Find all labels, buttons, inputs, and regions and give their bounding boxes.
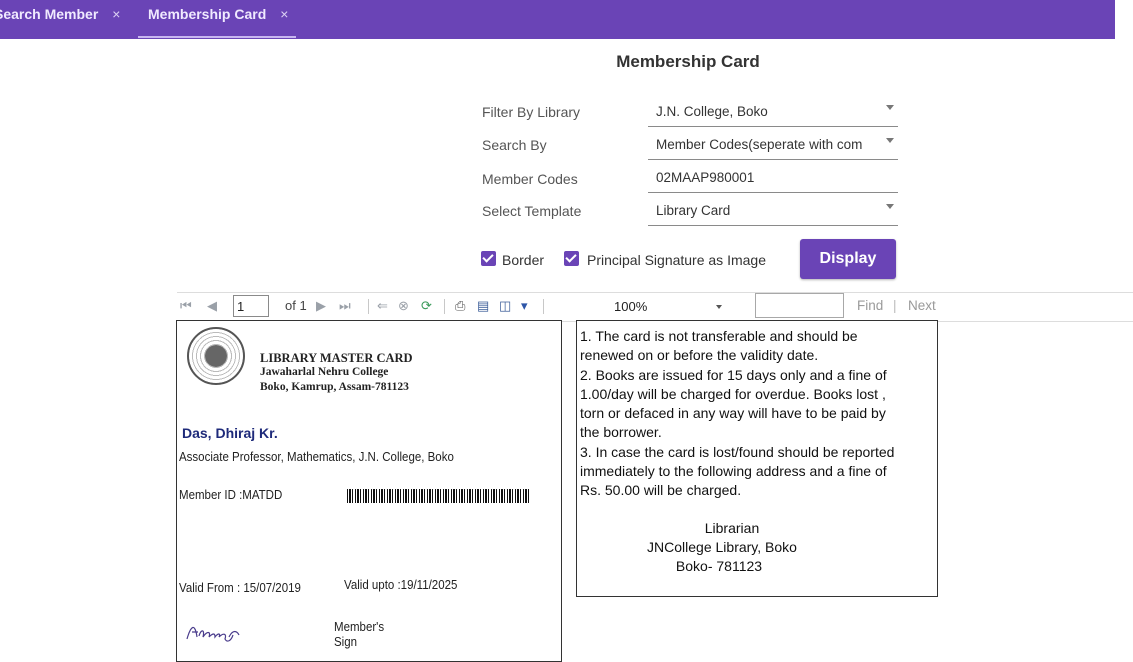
rule-line: 3. In case the card is lost/found should… [580,443,895,460]
rule-line: renewed on or before the validity date. [580,347,819,364]
next-page-icon[interactable]: ▶ [316,297,326,315]
first-page-icon[interactable]: ⏮ [180,297,192,315]
chevron-down-icon [716,305,722,309]
card-back: 1. The card is not transferable and shou… [576,320,938,597]
college-seal-icon [187,327,245,385]
stop-icon[interactable]: ⊗ [398,297,409,315]
member-codes-value: 02MAAP980001 [656,170,755,185]
rule-line: 1.00/day will be charged for overdue. Bo… [580,385,886,402]
page-number-input[interactable] [233,295,269,317]
filter-library-label: Filter By Library [482,104,581,120]
tab-search-member[interactable]: Search Member × [0,0,134,38]
separator [368,299,369,314]
print-layout-icon[interactable]: ▤ [477,297,489,315]
print-icon[interactable]: ⎙ [455,297,465,315]
valid-from: Valid From : 15/07/2019 [179,581,301,595]
chevron-down-icon [886,105,894,110]
last-page-icon[interactable]: ⏭ [339,297,351,315]
border-checkbox-label: Border [502,252,545,268]
chevron-down-icon [886,204,894,209]
tab-label: Search Member [0,6,99,22]
select-template-select[interactable]: Library Card [648,196,898,226]
tab-bar: Search Member × Membership Card × [0,0,1115,39]
member-designation: Associate Professor, Mathematics, J.N. C… [179,450,454,464]
principal-signature [186,626,240,642]
close-icon[interactable]: × [112,6,120,22]
search-by-value: Member Codes(seperate with com [656,137,863,152]
report-toolbar: ⏮ ◀ of 1 ▶ ⏭ ⇐ ⊗ ⟳ ⎙ ▤ ◫ ▾ 100% Find | N… [177,292,1133,322]
export-icon[interactable]: ▾ [521,297,528,315]
rule-line: Rs. 50.00 will be charged. [580,482,742,499]
back-icon[interactable]: ⇐ [377,297,388,315]
separator: | [893,298,897,313]
rule-line: immediately to the following address and… [580,463,887,480]
college-name: Jawaharlal Nehru College [260,366,389,378]
card-heading: LIBRARY MASTER CARD [260,351,413,365]
librarian-title: Librarian [704,520,760,536]
member-codes-label: Member Codes [482,171,578,187]
college-address: Boko, Kamrup, Assam-781123 [260,381,409,393]
tab-label: Membership Card [148,6,267,22]
next-link[interactable]: Next [908,298,936,313]
rule-line: torn or defaced in any way will have to … [580,405,886,422]
card-rules: 1. The card is not transferable and shou… [580,327,936,501]
member-sign-line1: Member's [334,620,385,634]
rule-line: 1. The card is not transferable and shou… [580,328,858,344]
member-name: Das, Dhiraj Kr. [182,425,278,441]
select-template-value: Library Card [656,203,731,218]
card-front: LIBRARY MASTER CARD Jawaharlal Nehru Col… [176,320,562,662]
page-count: of 1 [285,298,307,313]
close-icon[interactable]: × [280,6,288,22]
chevron-down-icon [886,138,894,143]
tab-membership-card[interactable]: Membership Card × [138,0,296,38]
prev-page-icon[interactable]: ◀ [207,297,217,315]
display-button[interactable]: Display [800,239,896,279]
rule-line: 2. Books are issued for 15 days only and… [580,366,887,383]
page-setup-icon[interactable]: ◫ [499,297,511,315]
member-codes-input[interactable]: 02MAAP980001 [648,163,898,193]
separator [543,299,544,314]
principal-signature-checkbox[interactable] [564,251,579,266]
select-template-label: Select Template [482,203,582,219]
filter-library-select[interactable]: J.N. College, Boko [648,97,898,127]
find-input[interactable] [755,293,844,318]
rule-line: the borrower. [580,424,662,441]
search-by-select[interactable]: Member Codes(seperate with com [648,130,898,160]
member-sign-label: Member's Sign [334,620,384,650]
page-title: Membership Card [616,52,760,71]
zoom-value: 100% [614,299,648,314]
library-name: JNCollege Library, Boko [647,539,797,555]
valid-upto: Valid upto :19/11/2025 [344,578,458,592]
zoom-select[interactable]: 100% [604,295,734,317]
separator [444,299,445,314]
barcode-icon [347,489,531,503]
filter-library-value: J.N. College, Boko [656,104,768,119]
refresh-icon[interactable]: ⟳ [421,297,432,315]
member-id: Member ID :MATDD [179,488,283,502]
find-link[interactable]: Find [857,298,883,313]
principal-signature-label: Principal Signature as Image [587,252,766,268]
search-by-label: Search By [482,137,547,153]
border-checkbox[interactable] [481,251,496,266]
library-address: Boko- 781123 [675,558,763,574]
